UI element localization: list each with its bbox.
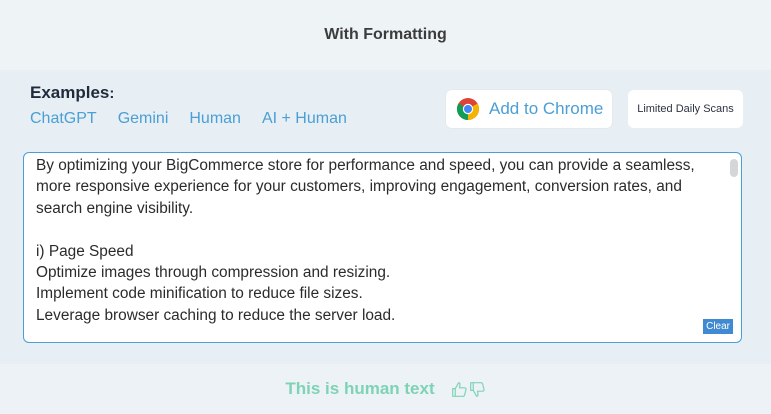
examples-label-text: Examples	[30, 83, 110, 102]
content-panel: Examples: ChatGPT Gemini Human AI + Huma…	[0, 70, 771, 364]
text-input-area[interactable]: By optimizing your BigCommerce store for…	[23, 152, 742, 343]
limited-daily-scans-button[interactable]: Limited Daily Scans	[628, 90, 743, 128]
chrome-icon	[457, 98, 479, 120]
page-title: With Formatting	[324, 26, 447, 43]
header-bar: With Formatting	[0, 0, 771, 70]
examples-label-colon: :	[109, 85, 115, 102]
result-bar: This is human text	[0, 364, 771, 414]
detector-card: With Formatting Examples: ChatGPT Gemini…	[0, 0, 771, 414]
example-link-chatgpt[interactable]: ChatGPT	[30, 110, 97, 128]
scrollbar-thumb[interactable]	[730, 159, 738, 177]
example-link-ai-human[interactable]: AI + Human	[262, 110, 347, 128]
thumbs-down-icon[interactable]	[469, 381, 486, 398]
examples-links: ChatGPT Gemini Human AI + Human	[30, 110, 347, 128]
add-to-chrome-label: Add to Chrome	[489, 99, 604, 118]
result-text: This is human text	[285, 379, 435, 398]
clear-button[interactable]: Clear	[703, 319, 733, 334]
feedback-icons	[451, 381, 486, 398]
text-input-content[interactable]: By optimizing your BigCommerce store for…	[36, 155, 726, 326]
limited-daily-scans-label: Limited Daily Scans	[637, 103, 734, 115]
example-link-human[interactable]: Human	[189, 110, 241, 128]
example-link-gemini[interactable]: Gemini	[118, 110, 169, 128]
thumbs-up-icon[interactable]	[451, 381, 468, 398]
examples-label: Examples:	[30, 83, 114, 103]
add-to-chrome-button[interactable]: Add to Chrome	[446, 90, 612, 128]
